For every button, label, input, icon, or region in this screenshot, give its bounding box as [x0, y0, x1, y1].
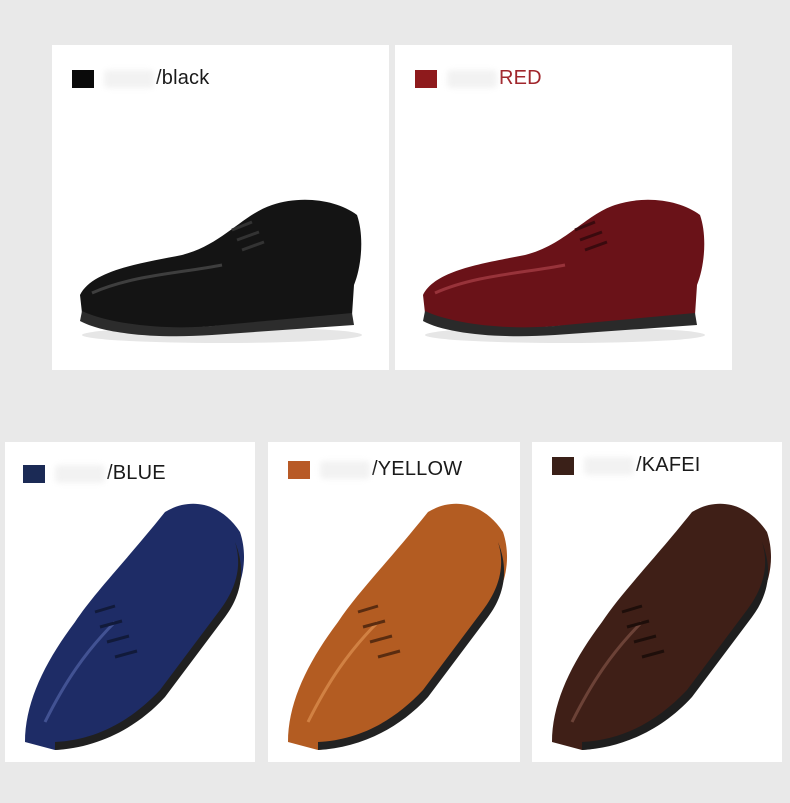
color-name: /black — [156, 67, 210, 89]
color-label-kafei: /KAFEI — [552, 454, 701, 477]
product-card-black[interactable]: /black — [52, 45, 389, 370]
product-card-kafei[interactable]: /KAFEI — [532, 442, 782, 762]
shoe-image-blue — [25, 503, 245, 750]
color-swatch — [23, 464, 45, 483]
blurred-text — [320, 460, 370, 479]
color-name: /BLUE — [107, 462, 166, 484]
color-label-yellow: /YELLOW — [288, 458, 462, 481]
shoe-image-yellow — [288, 503, 508, 750]
color-name: /KAFEI — [636, 454, 701, 476]
color-name: /YELLOW — [372, 458, 463, 480]
color-name: RED — [499, 67, 542, 89]
blurred-text — [55, 464, 105, 483]
color-swatch — [72, 69, 94, 88]
shoe-image-kafei — [552, 503, 772, 750]
shoe-image-red — [423, 199, 705, 343]
product-card-blue[interactable]: /BLUE — [5, 442, 255, 762]
product-card-red[interactable]: RED — [395, 45, 732, 370]
color-label-red: RED — [415, 67, 542, 90]
color-swatch — [552, 456, 574, 475]
product-card-yellow[interactable]: /YELLOW — [268, 442, 520, 762]
blurred-text — [584, 456, 634, 475]
color-swatch — [288, 460, 310, 479]
shoe-image-black — [80, 199, 362, 343]
color-label-black: /black — [72, 67, 209, 90]
blurred-text — [447, 69, 497, 88]
color-swatch — [415, 69, 437, 88]
color-label-blue: /BLUE — [23, 462, 166, 485]
blurred-text — [104, 69, 154, 88]
